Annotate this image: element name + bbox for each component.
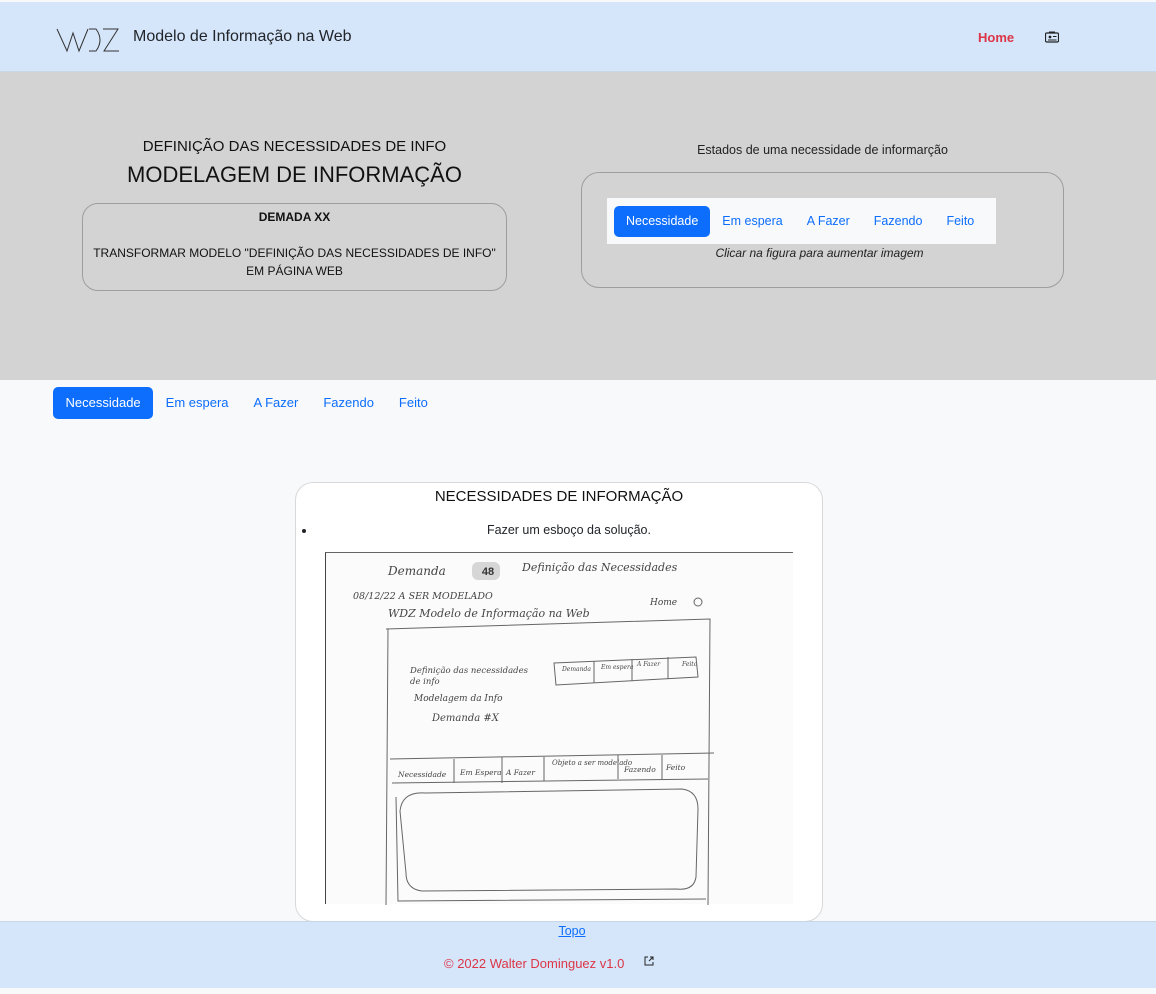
sketch-mini-state: A Fazer [636, 661, 661, 668]
sketch-demand-number: 48 [481, 566, 495, 578]
sketch-header-note: Definição das Necessidades [521, 561, 678, 574]
sketch-home: Home [649, 598, 677, 608]
sketch-tab: Feito [665, 763, 686, 772]
state-em-espera: Em espera [722, 213, 783, 228]
sketch-demand-xx: Demanda #X [431, 713, 500, 724]
states-label: Estados de uma necessidade de informarçã… [697, 143, 948, 157]
sketch-drawing: Demanda Definição das Necessidades 08/12… [353, 561, 715, 906]
sketch-tab: Objeto a ser modelado [552, 759, 632, 767]
tab-a-fazer[interactable]: A Fazer [241, 387, 311, 419]
list-item: Fazer um esboço da solução. [316, 523, 822, 537]
brand-title[interactable]: Modelo de Informação na Web [133, 28, 352, 46]
sketch-mini-state: Feito [681, 661, 698, 668]
footer: Topo © 2022 Walter Dominguez v1.0 [0, 921, 1156, 988]
hero-title: MODELAGEM DE INFORMAÇÃO [127, 162, 462, 187]
tab-list: Necessidade Em espera A Fazer Fazendo Fe… [53, 387, 440, 419]
needs-list: Fazer um esboço da solução. [296, 523, 822, 537]
states-card: Necessidade Em espera A Fazer Fazendo Fe… [581, 172, 1064, 288]
sketch-line3: Modelagem da Info [413, 694, 503, 704]
demand-description: TRANSFORMAR MODELO "DEFINIÇÃO DAS NECESS… [93, 246, 496, 278]
back-to-top-link[interactable]: Topo [0, 924, 1144, 938]
states-figure[interactable]: Necessidade Em espera A Fazer Fazendo Fe… [607, 198, 996, 244]
state-fazendo: Fazendo [873, 213, 923, 228]
demand-title: DEMADA XX [258, 210, 331, 224]
tab-necessidade[interactable]: Necessidade [53, 387, 154, 419]
sketch-line2: de info [410, 677, 440, 687]
tab-feito[interactable]: Feito [386, 387, 440, 419]
sketch-brand: WDZ Modelo de Informação na Web [388, 607, 590, 620]
navbar: Modelo de Informação na Web Home [0, 2, 1156, 72]
sketch-tab: A Fazer [505, 768, 535, 777]
sketch-mini-state: Em espera [600, 664, 634, 671]
content-card: NECESSIDADES DE INFORMAÇÃO Fazer um esbo… [295, 482, 823, 922]
external-link-icon[interactable] [644, 956, 654, 966]
sketch-tab: Necessidade [397, 770, 447, 779]
sketch-mini-state: Demanda [561, 666, 591, 673]
tab-fazendo[interactable]: Fazendo [311, 387, 387, 419]
hero-subtitle: DEFINIÇÃO DAS NECESSIDADES DE INFO [142, 138, 447, 155]
figure-caption: Clicar na figura para aumentar imagem [715, 246, 924, 260]
state-a-fazer: A Fazer [806, 213, 850, 228]
sketch-tab: Em Espera [459, 768, 502, 777]
state-necessidade: Necessidade [614, 205, 711, 237]
content-title: NECESSIDADES DE INFORMAÇÃO [434, 488, 684, 505]
sketch-tab: Fazendo [623, 765, 656, 774]
sketch-date-note: 08/12/22 A SER MODELADO [353, 591, 493, 602]
demand-card: DEMADA XX TRANSFORMAR MODELO "DEFINIÇÃO … [82, 203, 507, 291]
sketch-line1: Definição das necessidades [409, 665, 529, 676]
state-feito: Feito [946, 213, 975, 228]
nav-home-link[interactable]: Home [978, 30, 1014, 45]
id-card-icon[interactable] [1045, 31, 1059, 43]
hero-section: DEFINIÇÃO DAS NECESSIDADES DE INFO MODEL… [0, 72, 1156, 380]
sketch-image[interactable]: Demanda Definição das Necessidades 08/12… [325, 552, 793, 906]
sketch-demand-label: Demanda [387, 564, 446, 578]
copyright-text[interactable]: © 2022 Walter Dominguez v1.0 [444, 956, 624, 971]
wdz-logo-icon[interactable] [56, 25, 120, 53]
tab-em-espera[interactable]: Em espera [153, 387, 241, 419]
